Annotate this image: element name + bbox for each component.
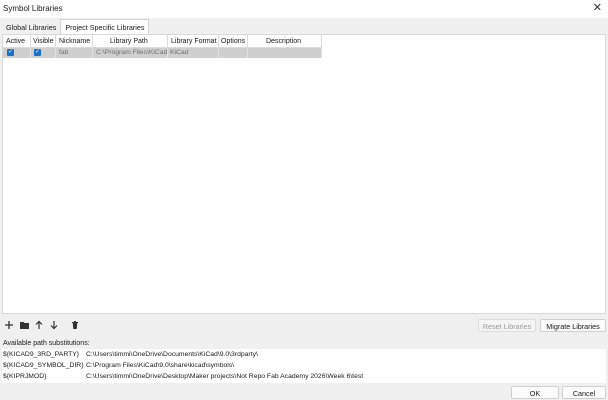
path-substitutions-table: ${KICAD9_3RD_PARTY} C:\Users\timmi\OneDr… <box>2 349 606 383</box>
visible-cell[interactable]: ✓ <box>31 48 56 58</box>
cancel-button[interactable]: Cancel <box>562 386 606 399</box>
substitution-name: ${KIPRJMOD} <box>3 373 47 380</box>
visible-checkbox[interactable]: ✓ <box>34 49 41 56</box>
path-substitutions-label: Available path substitutions: <box>3 340 90 347</box>
library-table-panel: Active Visible Nickname Library Path Lib… <box>2 34 606 314</box>
window-title: Symbol Libraries <box>3 4 63 13</box>
folder-icon <box>19 322 29 329</box>
column-header-visible[interactable]: Visible <box>31 35 56 48</box>
title-bar: Symbol Libraries ✕ <box>0 0 608 18</box>
column-header-library-format[interactable]: Library Format <box>168 35 219 48</box>
close-icon[interactable]: ✕ <box>593 2 602 14</box>
description-cell[interactable] <box>248 48 322 58</box>
column-header-description[interactable]: Description <box>248 35 322 48</box>
table-row[interactable]: ✓ ✓ fab C:\Program Files\KiCad KiCad <box>3 48 322 58</box>
substitution-value: C:\Users\timmi\OneDrive\Desktop\Maker pr… <box>86 373 364 380</box>
tab-bar: Global Libraries Project Specific Librar… <box>2 19 150 34</box>
reset-libraries-button[interactable]: Reset Libraries <box>478 319 536 332</box>
move-down-icon <box>50 321 58 330</box>
library-path-cell[interactable]: C:\Program Files\KiCad <box>93 48 168 58</box>
nickname-cell[interactable]: fab <box>56 48 93 58</box>
add-icon <box>5 321 13 329</box>
migrate-libraries-button[interactable]: Migrate Libraries <box>540 319 606 332</box>
column-header-options[interactable]: Options <box>219 35 248 48</box>
substitution-row: ${KICAD9_3RD_PARTY} C:\Users\timmi\OneDr… <box>2 349 606 360</box>
options-cell[interactable] <box>219 48 248 58</box>
delete-library-button[interactable] <box>68 318 82 332</box>
active-checkbox[interactable]: ✓ <box>7 49 14 56</box>
browse-library-button[interactable] <box>17 318 31 332</box>
substitution-row: ${KIPRJMOD} C:\Users\timmi\OneDrive\Desk… <box>2 371 606 382</box>
tab-global-libraries[interactable]: Global Libraries <box>2 20 61 34</box>
column-header-library-path[interactable]: Library Path <box>93 35 168 48</box>
table-header: Active Visible Nickname Library Path Lib… <box>3 35 322 48</box>
move-up-button[interactable] <box>32 318 46 332</box>
ok-button[interactable]: OK <box>511 386 559 399</box>
trash-icon <box>72 321 78 329</box>
substitution-value: C:\Users\timmi\OneDrive\Documents\KiCad\… <box>86 351 258 358</box>
column-header-active[interactable]: Active <box>3 35 31 48</box>
active-cell[interactable]: ✓ <box>3 48 31 58</box>
substitution-name: ${KICAD9_SYMBOL_DIR} <box>3 362 84 369</box>
add-library-button[interactable] <box>2 318 16 332</box>
tab-project-specific-libraries[interactable]: Project Specific Libraries <box>60 19 150 34</box>
column-header-nickname[interactable]: Nickname <box>56 35 93 48</box>
substitution-value: C:\Program Files\KiCad\9.0\share\kicad\s… <box>86 362 235 369</box>
move-down-button[interactable] <box>47 318 61 332</box>
library-toolbar <box>2 318 82 332</box>
move-up-icon <box>35 320 43 329</box>
substitution-name: ${KICAD9_3RD_PARTY} <box>3 351 80 358</box>
library-format-cell[interactable]: KiCad <box>168 48 219 58</box>
substitution-row: ${KICAD9_SYMBOL_DIR} C:\Program Files\Ki… <box>2 360 606 371</box>
